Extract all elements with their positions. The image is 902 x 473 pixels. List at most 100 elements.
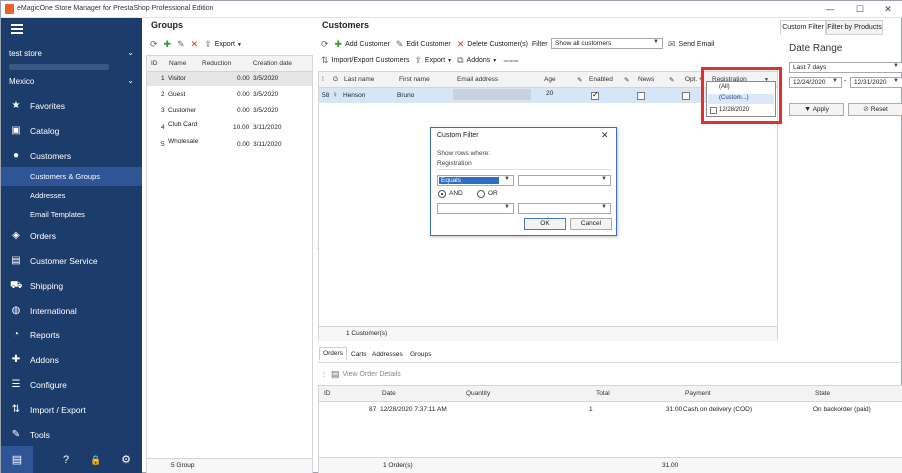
nav-addons[interactable]: ✚ Addons: [1, 349, 142, 371]
custom-filter-dialog: Custom Filter ✕ Show rows where: Registr…: [430, 127, 617, 236]
nav-customers[interactable]: ● Customers: [1, 145, 142, 167]
nav-shipping[interactable]: ⛟ Shipping: [1, 275, 142, 297]
col-enabled[interactable]: Enabled: [589, 76, 613, 83]
sliders-icon: ☰: [11, 379, 21, 390]
nav-tools[interactable]: ✎ Tools: [1, 424, 142, 446]
and-radio[interactable]: [438, 190, 446, 198]
col-first-name[interactable]: First name: [399, 76, 430, 83]
value-select-2[interactable]: ▼: [518, 203, 611, 214]
col-creation-date[interactable]: Creation date: [253, 60, 292, 67]
store-name: test store: [9, 49, 42, 58]
orders-count: 1 Order(s): [383, 462, 413, 469]
add-customer-button[interactable]: Add Customer: [345, 41, 390, 48]
nav-addresses[interactable]: Addresses: [1, 186, 142, 205]
ok-button[interactable]: OK: [524, 218, 566, 230]
operator-select[interactable]: Equals ▼: [437, 175, 514, 186]
cell-date: 3/5/2020: [253, 75, 279, 82]
tab-orders[interactable]: Orders: [319, 347, 347, 361]
export-dropdown[interactable]: Export: [425, 57, 445, 64]
col-date[interactable]: Date: [382, 390, 396, 397]
edit-pencil-icon[interactable]: ✎: [177, 39, 185, 50]
tab-carts[interactable]: Carts: [351, 351, 367, 358]
columns-filter-icon[interactable]: ⩶: [503, 55, 518, 66]
tab-custom-filter[interactable]: Custom Filter: [780, 20, 826, 35]
col-id[interactable]: ID: [324, 390, 331, 397]
col-email[interactable]: Email address: [457, 76, 498, 83]
tab-addresses[interactable]: Addresses: [372, 351, 403, 358]
col-handle-icon[interactable]: ⁞: [322, 76, 324, 83]
refresh-icon[interactable]: ⟳: [321, 39, 329, 50]
close-button[interactable]: ✕: [877, 3, 899, 16]
help-icon[interactable]: ?: [59, 453, 73, 467]
nav-reports[interactable]: ◔ Reports: [1, 324, 142, 346]
settings-gear-icon[interactable]: ⚙: [119, 453, 133, 467]
nav-customers-groups[interactable]: Customers & Groups: [1, 167, 142, 186]
tab-groups[interactable]: Groups: [410, 351, 431, 358]
nav-customer-service[interactable]: ▤ Customer Service: [1, 250, 142, 272]
minimize-button[interactable]: —: [819, 3, 841, 16]
dialog-close-icon[interactable]: ✕: [601, 130, 609, 141]
store-selector[interactable]: test store ⌄: [1, 44, 142, 64]
enabled-checkbox[interactable]: [591, 90, 599, 100]
nav-orders[interactable]: ◈ Orders: [1, 225, 142, 247]
filter-select[interactable]: Show all customers ▼: [551, 38, 663, 49]
store-icon[interactable]: ▤: [10, 453, 24, 467]
operator-select-2[interactable]: ▼: [437, 203, 514, 214]
export-dropdown[interactable]: Export: [215, 41, 235, 48]
dialog-title: Custom Filter: [437, 132, 479, 139]
addons-dropdown[interactable]: Addons: [467, 57, 491, 64]
col-name[interactable]: Name: [169, 60, 186, 67]
reset-label: Reset: [870, 106, 888, 113]
tab-filter-by-products[interactable]: Filter by Products: [826, 20, 883, 35]
col-payment[interactable]: Payment: [685, 390, 711, 397]
send-email-button[interactable]: ✉ Send Email: [668, 39, 714, 50]
news-checkbox[interactable]: [637, 92, 645, 100]
delete-customer-button[interactable]: Delete Customer(s): [467, 41, 528, 48]
nav-catalog[interactable]: ▣ Catalog: [1, 120, 142, 142]
date-from-picker[interactable]: 12/24/2020 ▼: [789, 77, 842, 88]
col-id[interactable]: ID: [151, 60, 158, 67]
col-opt[interactable]: Opt.: [685, 76, 697, 83]
envelope-icon: ✉: [668, 39, 676, 49]
reset-button[interactable]: ⊘ Reset: [848, 103, 902, 116]
nav-configure[interactable]: ☰ Configure: [1, 374, 142, 396]
lock-icon[interactable]: 🔒: [89, 453, 103, 467]
col-age[interactable]: Age: [544, 76, 556, 83]
apply-button[interactable]: ▼ Apply: [789, 103, 844, 116]
nav-import-export[interactable]: ⇅ Import / Export: [1, 399, 142, 421]
export-icon: ⇪: [204, 39, 212, 49]
customers-toolbar-2: ⇅ Import/Export Customers ⇪ Export ▼ ⧉ A…: [321, 55, 522, 66]
col-news[interactable]: News: [638, 76, 654, 83]
nav-favorites[interactable]: ★ Favorites: [1, 95, 142, 117]
refresh-icon[interactable]: ⟳: [150, 39, 158, 50]
cell-name: Visitor: [168, 75, 186, 82]
maximize-button[interactable]: ☐: [849, 3, 871, 16]
date-to-picker[interactable]: 12/31/2020 ▼: [850, 77, 902, 88]
delete-icon[interactable]: ✕: [191, 39, 199, 50]
nav-label: Addons: [30, 355, 59, 365]
date-range-select[interactable]: Last 7 days ▼: [789, 62, 902, 73]
import-export-button[interactable]: Import/Export Customers: [332, 57, 410, 64]
col-total[interactable]: Total: [596, 390, 610, 397]
chevron-down-icon: ▼: [601, 204, 607, 210]
col-last-name[interactable]: Last name: [344, 76, 374, 83]
value-select-1[interactable]: ▼: [518, 175, 611, 186]
nav-international[interactable]: ◍ International: [1, 300, 142, 322]
or-radio[interactable]: [477, 190, 485, 198]
cancel-button[interactable]: Cancel: [570, 218, 612, 230]
col-reduction[interactable]: Reduction: [202, 60, 231, 67]
cell-id: 2: [161, 91, 165, 98]
col-quantity[interactable]: Quantity: [466, 390, 490, 397]
edit-customer-button[interactable]: Edit Customer: [406, 41, 450, 48]
country-selector[interactable]: Mexico ⌄: [1, 72, 142, 92]
opt-checkbox[interactable]: [682, 92, 690, 100]
nav-email-templates[interactable]: Email Templates: [1, 205, 142, 224]
col-group[interactable]: G: [333, 76, 338, 83]
cell-date: 3/11/2020: [253, 141, 282, 148]
col-state[interactable]: State: [815, 390, 830, 397]
add-icon[interactable]: ✚: [164, 39, 172, 50]
date-to-value: 12/31/2020: [854, 79, 887, 86]
view-order-details-button[interactable]: View Order Details: [343, 371, 401, 378]
hamburger-menu-icon[interactable]: [11, 24, 23, 34]
globe-icon: ◍: [11, 305, 21, 316]
